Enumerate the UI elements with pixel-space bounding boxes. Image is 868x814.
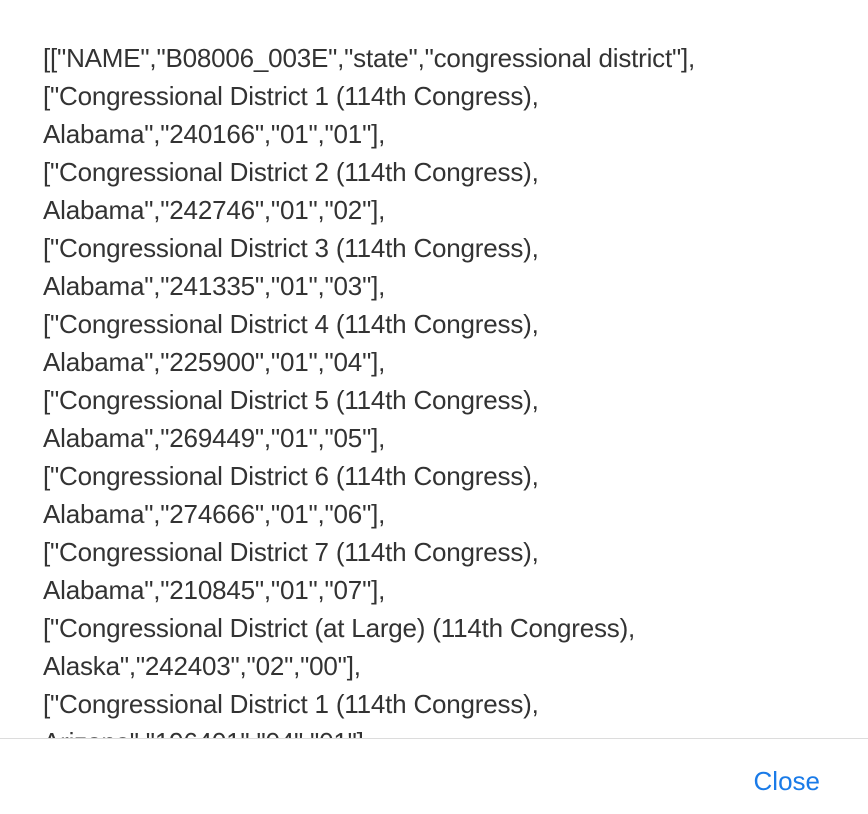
response-line: Alabama","240166","01","01"], bbox=[43, 119, 386, 149]
response-line: ["Congressional District 4 (114th Congre… bbox=[43, 309, 539, 339]
response-line: Alabama","274666","01","06"], bbox=[43, 499, 386, 529]
response-line: ["Congressional District 7 (114th Congre… bbox=[43, 537, 539, 567]
response-line: ["Congressional District 6 (114th Congre… bbox=[43, 461, 539, 491]
response-line: ["Congressional District 3 (114th Congre… bbox=[43, 233, 539, 263]
response-line: Alabama","210845","01","07"], bbox=[43, 575, 386, 605]
response-line: Alabama","269449","01","05"], bbox=[43, 423, 386, 453]
response-line: ["Congressional District 1 (114th Congre… bbox=[43, 689, 539, 719]
response-line: Alaska","242403","02","00"], bbox=[43, 651, 361, 681]
response-line: Alabama","241335","01","03"], bbox=[43, 271, 386, 301]
response-line: ["Congressional District 1 (114th Congre… bbox=[43, 81, 539, 111]
dialog-footer: Close bbox=[0, 739, 868, 814]
close-button[interactable]: Close bbox=[754, 765, 820, 797]
response-line: Alabama","242746","01","02"], bbox=[43, 195, 386, 225]
response-line: ["Congressional District 2 (114th Congre… bbox=[43, 157, 539, 187]
response-dialog: [["NAME","B08006_003E","state","congress… bbox=[0, 0, 868, 814]
response-line: ["Congressional District (at Large) (114… bbox=[43, 613, 636, 643]
response-line: ["Congressional District 5 (114th Congre… bbox=[43, 385, 539, 415]
response-line: Alabama","225900","01","04"], bbox=[43, 347, 386, 377]
response-content-area[interactable]: [["NAME","B08006_003E","state","congress… bbox=[0, 0, 868, 738]
response-line: Arizona","196401","04","01"], bbox=[43, 723, 833, 738]
response-line: [["NAME","B08006_003E","state","congress… bbox=[43, 43, 696, 73]
api-response-text: [["NAME","B08006_003E","state","congress… bbox=[43, 39, 833, 738]
